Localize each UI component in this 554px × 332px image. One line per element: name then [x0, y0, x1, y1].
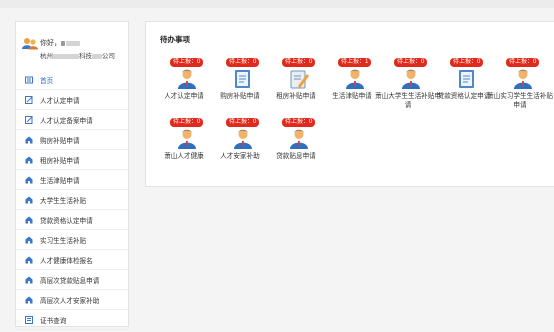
- sidebar-item-label: 大学生生活补贴: [40, 197, 87, 205]
- sidebar-item-label: 高层次贷款贴息申请: [40, 277, 100, 285]
- certificate-icon: [25, 315, 33, 324]
- house-icon: [25, 196, 33, 204]
- sidebar-item-label: 高层次人才安家补助: [40, 297, 100, 305]
- house-icon: [25, 216, 33, 224]
- person-icon: [176, 128, 198, 150]
- sidebar-item-8[interactable]: 实习生生活补贴: [16, 230, 128, 250]
- person-icon: [344, 68, 366, 90]
- greeting: 你好，: [40, 38, 80, 48]
- todo-item-label: 贷款贴息申请: [276, 153, 316, 160]
- sidebar-item-10[interactable]: 高层次贷款贴息申请: [16, 270, 128, 290]
- sidebar-item-label: 实习生生活补贴: [40, 237, 87, 245]
- pending-count-badge: 待上报：1: [338, 58, 372, 67]
- edit-document-icon: [288, 68, 310, 90]
- todo-item-label: 萧山实习学生生活补贴申请: [487, 93, 553, 109]
- todo-panel: 待办事项 待上报：0 人才认定申请 待上报：0 购房补贴申请 待上报：0 租房补贴申请 待上…: [145, 21, 554, 187]
- sidebar-item-label: 人才健康体检报名: [40, 257, 93, 265]
- sidebar-item-label: 人才认定备案申请: [40, 117, 93, 125]
- sidebar-item-9[interactable]: 人才健康体检报名: [16, 250, 128, 270]
- document-icon: [232, 68, 254, 90]
- pending-count-badge: 待上报：0: [282, 58, 316, 67]
- sidebar-menu: 首页人才认定申请人才认定备案申请 购房补贴申请 租房补贴申请 生活津贴申请 大学生生活补…: [16, 70, 128, 330]
- pending-count-badge: 待上报：0: [226, 58, 260, 67]
- house-icon: [25, 176, 33, 184]
- edit-icon: [25, 115, 33, 124]
- house-icon: [25, 136, 33, 144]
- pending-count-badge: 待上报：0: [450, 58, 484, 67]
- pending-count-badge: 待上报：0: [506, 58, 540, 67]
- users-avatar-icon: [22, 38, 38, 50]
- top-bar: [0, 0, 554, 8]
- user-info: 你好， 杭州 科技 公司: [16, 22, 128, 70]
- person-icon: [176, 68, 198, 90]
- todo-item-6[interactable]: 待上报：0 萧山实习学生生活补贴申请: [487, 58, 553, 109]
- pending-count-badge: 待上报：0: [226, 118, 260, 127]
- sidebar-item-3[interactable]: 购房补贴申请: [16, 130, 128, 150]
- person-icon: [512, 68, 534, 90]
- sidebar-item-7[interactable]: 贷款资格认定申请: [16, 210, 128, 230]
- person-icon: [288, 128, 310, 150]
- sidebar: 你好， 杭州 科技 公司 首页人才认定申请人才认定备案申请 购房补贴申请 租房补贴申请生…: [15, 21, 129, 330]
- sidebar-item-6[interactable]: 大学生生活补贴: [16, 190, 128, 210]
- sidebar-item-label: 人才认定申请: [40, 97, 80, 105]
- house-icon: [25, 156, 33, 164]
- house-icon: [25, 236, 33, 244]
- sidebar-item-5[interactable]: 生活津贴申请: [16, 170, 128, 190]
- panel-title: 待办事项: [160, 35, 190, 44]
- sidebar-item-0[interactable]: 首页: [16, 70, 128, 90]
- sidebar-item-label: 购房补贴申请: [40, 137, 80, 145]
- pending-count-badge: 待上报：0: [282, 118, 316, 127]
- sidebar-item-1[interactable]: 人才认定申请: [16, 90, 128, 110]
- sidebar-item-label: 贷款资格认定申请: [40, 217, 93, 225]
- document-icon: [456, 68, 478, 90]
- sidebar-item-4[interactable]: 租房补贴申请: [16, 150, 128, 170]
- person-icon: [400, 68, 422, 90]
- person-icon: [232, 128, 254, 150]
- pending-count-badge: 待上报：0: [394, 58, 428, 67]
- pending-count-badge: 待上报：0: [170, 58, 204, 67]
- sidebar-item-label: 证书查询: [40, 317, 67, 325]
- house-icon: [25, 276, 33, 284]
- sidebar-item-11[interactable]: 高层次人才安家补助: [16, 290, 128, 310]
- house-icon: [25, 256, 33, 264]
- house-icon: [25, 296, 33, 304]
- edit-icon: [25, 95, 33, 104]
- sidebar-item-2[interactable]: 人才认定备案申请: [16, 110, 128, 130]
- sidebar-item-label: 首页: [40, 77, 54, 85]
- sidebar-item-label: 租房补贴申请: [40, 157, 80, 165]
- pending-count-badge: 待上报：0: [170, 118, 204, 127]
- todo-item-9[interactable]: 待上报：0 贷款贴息申请: [268, 118, 324, 160]
- sidebar-item-label: 生活津贴申请: [40, 177, 80, 185]
- sidebar-item-12[interactable]: 证书查询: [16, 310, 128, 330]
- company-name: 杭州 科技 公司: [40, 53, 115, 60]
- home-icon: [25, 76, 33, 84]
